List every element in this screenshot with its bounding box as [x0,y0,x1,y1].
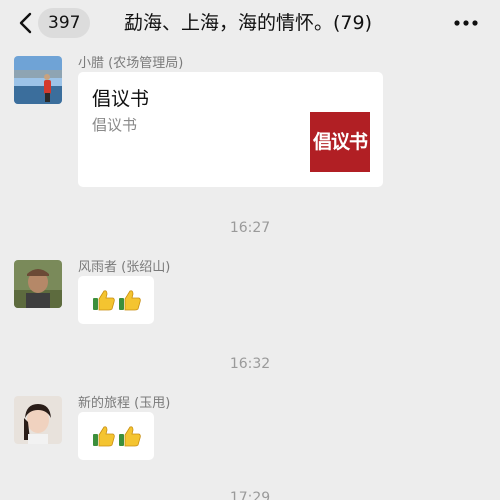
timestamp: 16:32 [229,356,271,372]
card-description: 倡议书 [92,116,138,134]
chat-title: 勐海、上海，海的情怀。(79) [124,12,373,34]
timestamp: 17:29 [229,490,271,500]
thumbs-up-icon [119,290,141,311]
link-card-message[interactable]: 倡议书 倡议书 倡议书 [78,72,383,187]
emoji-message[interactable] [78,412,154,460]
avatar[interactable] [14,396,62,444]
card-thumbnail: 倡议书 [310,112,370,172]
sender-name: 风雨者 (张绍山) [78,260,171,275]
timestamp: 16:27 [229,220,271,236]
unread-count-badge[interactable]: 397 [38,8,91,38]
ellipsis-icon [454,20,478,26]
emoji-message[interactable] [78,276,154,324]
card-title: 倡议书 [92,88,150,110]
thumbs-up-icon [119,426,141,447]
avatar[interactable] [14,56,62,104]
sender-name: 小腊 (农场管理局) [78,56,184,71]
avatar[interactable] [14,260,62,308]
sender-name: 新的旅程 (玉甩) [78,396,171,411]
chat-header: 397 勐海、上海，海的情怀。(79) [0,0,500,46]
more-button[interactable] [452,12,480,34]
thumbs-up-icon [93,290,115,311]
thumbs-up-icon [93,426,115,447]
